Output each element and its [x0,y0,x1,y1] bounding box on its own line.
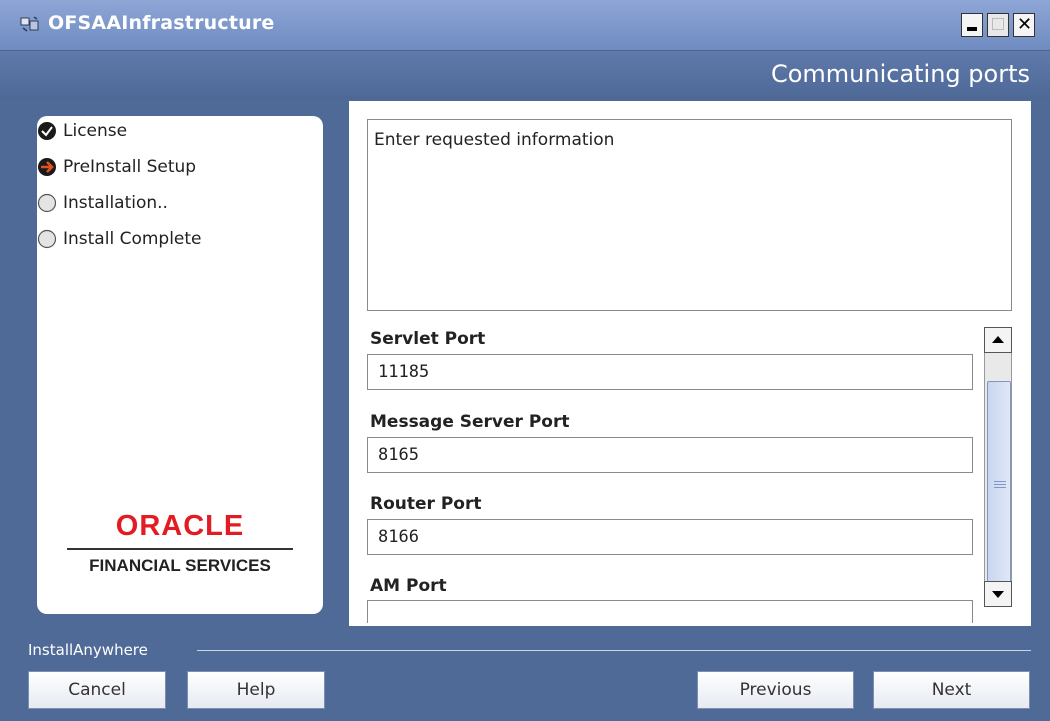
cancel-button[interactable]: Cancel [28,671,166,709]
instructions-text: Enter requested information [374,130,615,150]
am-port-input[interactable] [367,600,973,623]
oracle-wordmark: ORACLE [115,510,245,542]
arrow-down-icon [992,591,1004,598]
grip-line [994,481,1006,482]
help-button[interactable]: Help [187,671,325,709]
check-icon [38,122,56,140]
step-label: Install Complete [63,229,202,249]
scroll-track[interactable] [984,353,1012,591]
title-bar[interactable]: OFSAAInfrastructure ✕ [0,0,1050,51]
minimize-icon [967,27,977,31]
instructions-box: Enter requested information [367,119,1012,311]
am-port-label: AM Port [370,576,447,596]
steps-panel: License PreInstall Setup Installation.. … [37,116,323,614]
close-button[interactable]: ✕ [1013,13,1035,37]
ports-form: Servlet Port 11185 Message Server Port 8… [367,327,977,623]
step-install-complete: Install Complete [37,226,202,252]
message-server-port-label: Message Server Port [370,412,570,432]
step-label: License [63,121,128,141]
pending-circle-icon [37,193,57,213]
step-preinstall-setup: PreInstall Setup [37,154,196,180]
logo-divider [67,548,293,550]
form-scrollbar[interactable] [984,327,1012,607]
arrow-up-icon [992,336,1004,343]
previous-button[interactable]: Previous [697,671,854,709]
minimize-button[interactable] [961,13,983,37]
maximize-button[interactable] [987,13,1009,37]
maximize-icon [992,18,1004,30]
message-server-port-input[interactable]: 8165 [367,437,973,473]
scroll-down-button[interactable] [984,581,1012,607]
grip-line [994,487,1006,488]
step-license: License [37,118,127,144]
window-title: OFSAAInfrastructure [48,12,275,34]
pending-circle-icon [37,229,57,249]
router-port-input[interactable]: 8166 [367,519,973,555]
footer-divider [197,650,1031,651]
step-installation: Installation.. [37,190,168,216]
oracle-logo: ORACLE FINANCIAL SERVICES [67,510,293,580]
step-label: PreInstall Setup [63,157,197,177]
servlet-port-label: Servlet Port [370,329,486,349]
page-title: Communicating ports [770,60,1030,88]
arrow-right-icon [38,158,56,176]
logo-subtitle: FINANCIAL SERVICES [89,556,271,575]
grip-line [994,484,1006,485]
installer-window: OFSAAInfrastructure ✕ Communicating port… [0,0,1050,721]
content-panel: Enter requested information Servlet Port… [349,101,1031,626]
app-icon [20,16,39,32]
next-button[interactable]: Next [873,671,1030,709]
router-port-label: Router Port [370,494,482,514]
scroll-thumb[interactable] [987,381,1011,591]
servlet-port-input[interactable]: 11185 [367,354,973,390]
scroll-up-button[interactable] [984,327,1012,353]
close-icon: ✕ [1017,14,1033,35]
header-band: Communicating ports [0,51,1050,99]
installanywhere-label: InstallAnywhere [28,641,148,659]
step-label: Installation.. [63,193,168,213]
